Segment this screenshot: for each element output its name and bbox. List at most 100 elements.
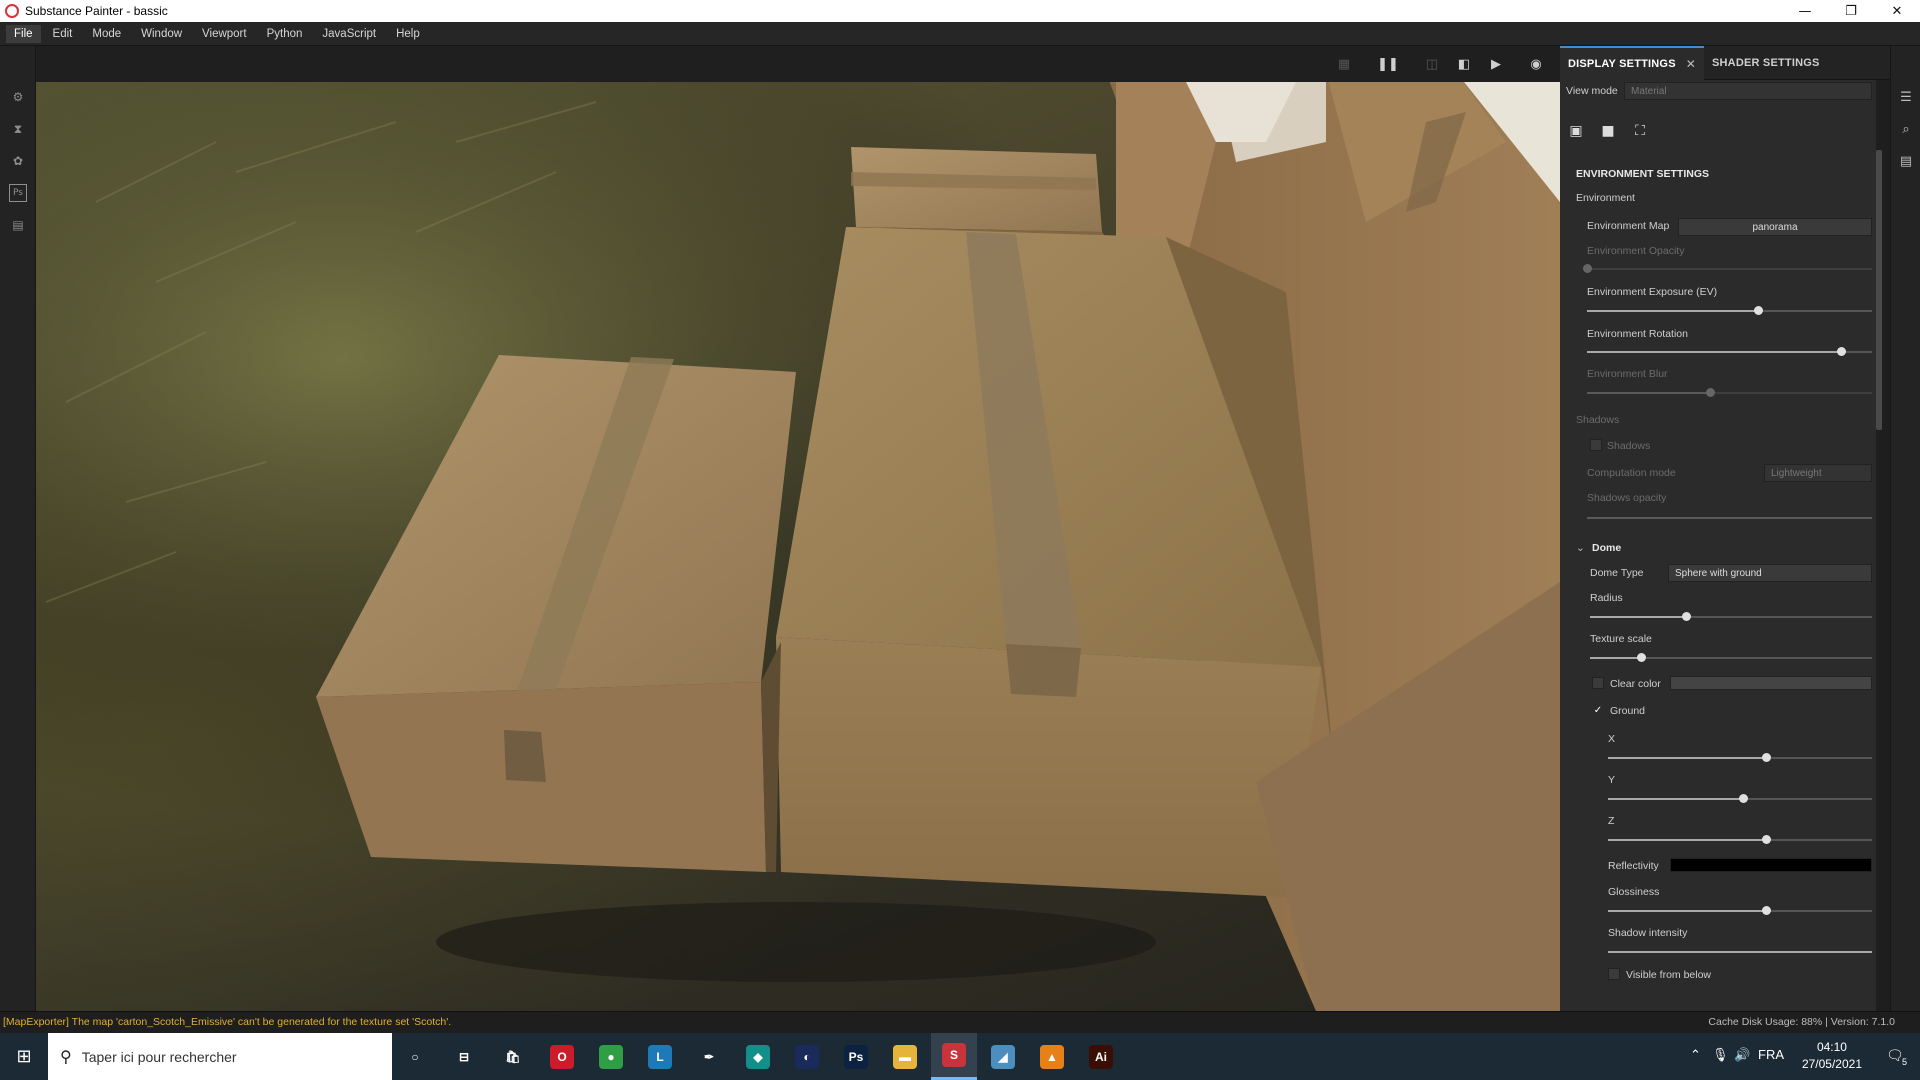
- minimize-button[interactable]: —: [1782, 0, 1828, 22]
- language-indicator[interactable]: FRA: [1758, 1047, 1784, 1062]
- shadows-opacity-slider[interactable]: [1587, 517, 1872, 519]
- slider-handle[interactable]: [1738, 794, 1748, 803]
- taskbar-app-pen-tool[interactable]: ✒: [686, 1033, 732, 1080]
- slider-handle[interactable]: [1836, 347, 1846, 356]
- shadows-checkbox[interactable]: [1590, 439, 1602, 451]
- microphone-icon[interactable]: 🎙: [1712, 1047, 1729, 1063]
- taskbar-app-file-explorer[interactable]: ▬: [882, 1033, 928, 1080]
- view-mode-select[interactable]: Material: [1624, 82, 1872, 100]
- slider-handle[interactable]: [1754, 306, 1763, 315]
- status-message: [MapExporter] The map 'carton_Scotch_Emi…: [3, 1016, 452, 1028]
- menu-edit[interactable]: Edit: [45, 25, 81, 43]
- taskbar-clock[interactable]: 04:10 27/05/2021: [1802, 1039, 1862, 1073]
- hourglass-icon[interactable]: ⧗: [9, 120, 27, 138]
- clear-color-swatch[interactable]: [1670, 676, 1872, 690]
- close-tab-icon[interactable]: ✕: [1686, 57, 1696, 71]
- taskbar-app-photoshop[interactable]: Ps: [833, 1033, 879, 1080]
- close-window-button[interactable]: ✕: [1874, 0, 1920, 22]
- ground-z-slider[interactable]: [1608, 835, 1872, 844]
- tab-display-settings[interactable]: DISPLAY SETTINGS ✕: [1560, 45, 1704, 80]
- zoom-icon[interactable]: ⌕: [1897, 120, 1915, 138]
- slider-handle[interactable]: [1762, 835, 1772, 844]
- camera-icon[interactable]: ▶: [1486, 55, 1506, 73]
- shadows-opacity-label: Shadows opacity: [1587, 492, 1667, 504]
- slider-fill: [1590, 616, 1686, 618]
- grid-off-icon[interactable]: ▦: [1334, 55, 1354, 73]
- 3d-viewport[interactable]: [36, 82, 1560, 1011]
- dome-type-label: Dome Type: [1590, 567, 1644, 579]
- menu-mode[interactable]: Mode: [84, 25, 129, 43]
- taskbar-app-store[interactable]: 🛍: [490, 1033, 536, 1080]
- menu-help[interactable]: Help: [388, 25, 428, 43]
- slider-handle[interactable]: [1762, 753, 1772, 762]
- chrome-icon: ●: [599, 1044, 623, 1069]
- taskbar-app-app-paper[interactable]: ◢: [980, 1033, 1026, 1080]
- environment-blur-slider[interactable]: [1587, 388, 1872, 397]
- shadow-intensity-slider[interactable]: [1608, 951, 1872, 953]
- ground-x-slider[interactable]: [1608, 753, 1872, 762]
- environment-exposure-slider[interactable]: [1587, 306, 1872, 315]
- ground-checkmark-icon[interactable]: ✓: [1592, 704, 1604, 716]
- computation-mode-select[interactable]: Lightweight: [1764, 464, 1872, 482]
- volume-icon[interactable]: 🔊: [1734, 1047, 1750, 1063]
- plugin-gear-icon[interactable]: ✿: [9, 152, 27, 170]
- chevron-down-icon[interactable]: ⌄: [1576, 542, 1585, 554]
- environment-rotation-slider[interactable]: [1587, 347, 1872, 356]
- frame-icon[interactable]: ⛶: [1630, 122, 1650, 140]
- slider-handle[interactable]: [1705, 388, 1715, 397]
- menu-file[interactable]: File: [6, 24, 41, 43]
- tab-shader-settings[interactable]: SHADER SETTINGS: [1704, 46, 1828, 80]
- ground-label: Ground: [1610, 705, 1646, 717]
- maximize-button[interactable]: ❐: [1828, 0, 1874, 22]
- taskbar-search-box[interactable]: ⚲ Taper ici pour rechercher: [48, 1033, 392, 1080]
- taskbar-app-cinema4d[interactable]: ◐: [784, 1033, 830, 1080]
- menu-viewport[interactable]: Viewport: [194, 25, 255, 43]
- clear-color-checkbox[interactable]: [1592, 677, 1604, 689]
- layers-icon[interactable]: ☰: [1897, 88, 1915, 106]
- illustrator-icon: Ai: [1089, 1044, 1113, 1069]
- environment-map-field[interactable]: panorama: [1678, 218, 1872, 236]
- cinema4d-icon: ◐: [795, 1044, 819, 1069]
- settings-gear-icon[interactable]: ⚙: [9, 88, 27, 106]
- camera-settings-icon[interactable]: ■: [1598, 122, 1618, 140]
- screenshot-icon[interactable]: ◉: [1526, 55, 1546, 73]
- windows-start-icon[interactable]: ⊞: [0, 1033, 48, 1080]
- menu-window[interactable]: Window: [133, 25, 190, 43]
- slider-handle[interactable]: [1762, 906, 1772, 915]
- dome-type-select[interactable]: Sphere with ground: [1668, 564, 1872, 582]
- environment-image-icon[interactable]: ▣: [1566, 122, 1586, 140]
- radius-slider[interactable]: [1590, 612, 1872, 621]
- taskbar-app-app-cube[interactable]: ◆: [735, 1033, 781, 1080]
- slider-handle[interactable]: [1636, 653, 1646, 662]
- photoshop-export-icon[interactable]: Ps: [9, 184, 27, 202]
- ground-y-slider[interactable]: [1608, 794, 1872, 803]
- reflectivity-color-swatch[interactable]: [1670, 858, 1872, 872]
- taskbar-app-illustrator[interactable]: Ai: [1078, 1033, 1124, 1080]
- symmetry-icon[interactable]: ◫: [1422, 55, 1442, 73]
- taskbar-app-opera[interactable]: O: [539, 1033, 585, 1080]
- tray-chevron-up-icon[interactable]: ⌃: [1690, 1047, 1701, 1063]
- slider-handle[interactable]: [1583, 264, 1592, 273]
- menu-python[interactable]: Python: [259, 25, 311, 43]
- environment-blur-label: Environment Blur: [1587, 368, 1668, 380]
- dome-group-label[interactable]: Dome: [1592, 542, 1621, 554]
- taskbar-app-chrome[interactable]: ●: [588, 1033, 634, 1080]
- cube-view-icon[interactable]: ◧: [1454, 55, 1474, 73]
- document-icon[interactable]: ▤: [9, 216, 27, 234]
- visible-from-below-checkbox[interactable]: [1608, 968, 1620, 980]
- texture-scale-slider[interactable]: [1590, 653, 1872, 662]
- properties-icon[interactable]: ▤: [1897, 152, 1915, 170]
- app-cube-icon: ◆: [746, 1044, 770, 1069]
- panel-scrollbar[interactable]: [1876, 150, 1882, 430]
- slider-handle[interactable]: [1681, 612, 1691, 621]
- taskbar-app-task-view[interactable]: ⊟: [441, 1033, 487, 1080]
- taskbar-app-app-l[interactable]: L: [637, 1033, 683, 1080]
- left-toolbar: ⚙ ⧗ ✿ Ps ▤: [0, 46, 36, 1011]
- pause-icon[interactable]: ❚❚: [1377, 55, 1399, 73]
- taskbar-app-cortana[interactable]: ○: [392, 1033, 438, 1080]
- taskbar-app-substance-painter[interactable]: S: [931, 1033, 977, 1080]
- menu-javascript[interactable]: JavaScript: [314, 25, 384, 43]
- glossiness-slider[interactable]: [1608, 906, 1872, 915]
- taskbar-app-vlc[interactable]: ▲: [1029, 1033, 1075, 1080]
- environment-opacity-slider[interactable]: [1583, 264, 1872, 273]
